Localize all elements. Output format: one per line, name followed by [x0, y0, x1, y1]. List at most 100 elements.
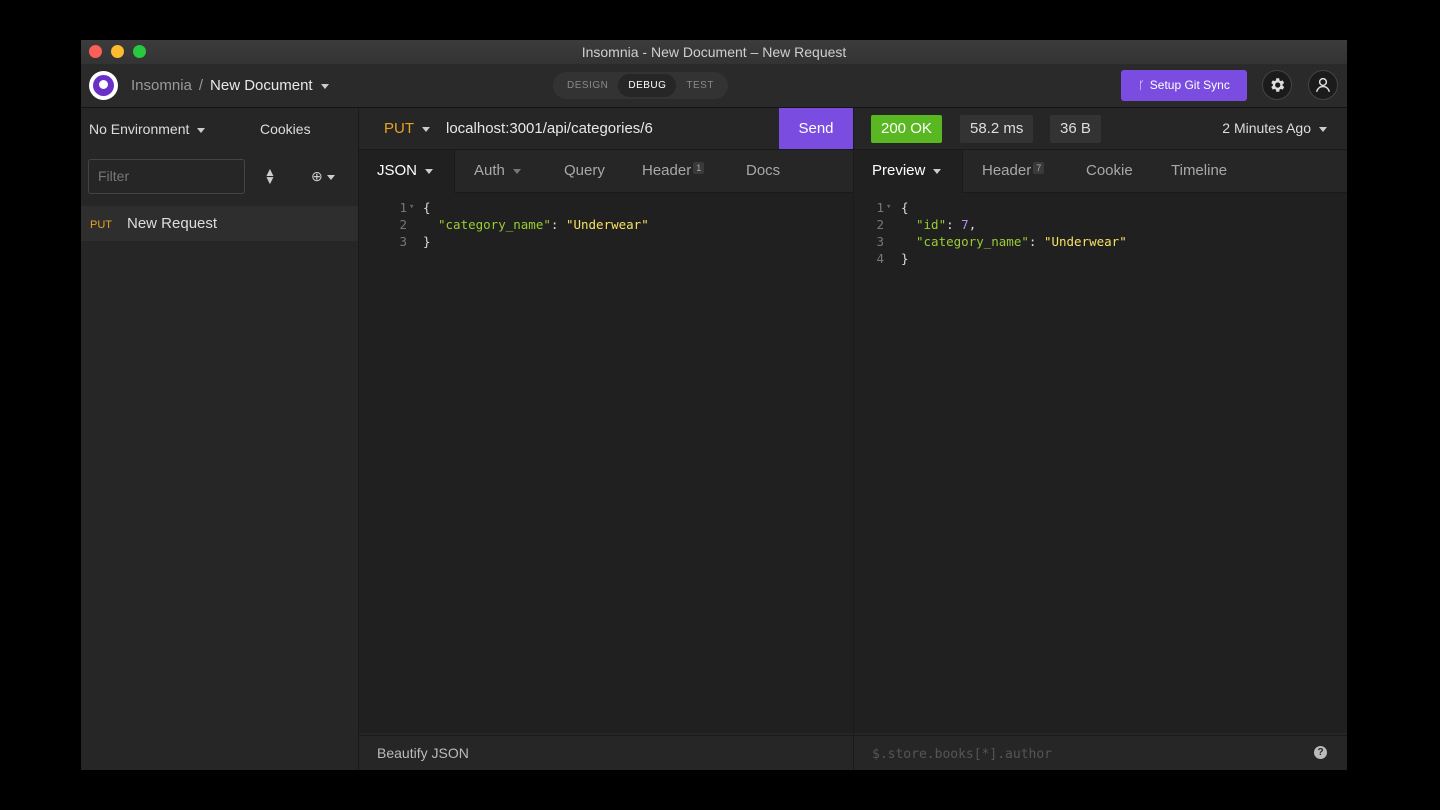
- code-line: 2 "id": 7,: [854, 216, 1347, 233]
- json-value: "Underwear": [1043, 234, 1127, 249]
- url-input[interactable]: localhost:3001/api/categories/6: [446, 108, 653, 149]
- code-line: 4}: [854, 250, 1347, 267]
- method-label: PUT: [384, 120, 414, 137]
- sidebar: No Environment Cookies Filter ▲ ▼ ⊕ PUT Ne…: [81, 108, 359, 770]
- cookies-button[interactable]: Cookies: [260, 108, 311, 150]
- response-body-viewer[interactable]: 1 ▾{ 2 "id": 7, 3 "category_name": "Underwe…: [854, 193, 1347, 733]
- add-request-button[interactable]: ⊕: [311, 168, 335, 185]
- header-count-badge: 1: [693, 162, 705, 174]
- environment-bar: No Environment Cookies: [81, 108, 358, 150]
- chevron-down-icon: [512, 168, 521, 174]
- insomnia-logo-icon[interactable]: [89, 71, 118, 100]
- close-window-button[interactable]: [89, 45, 102, 58]
- gear-icon: [1271, 78, 1285, 92]
- request-footer: Beautify JSON: [359, 735, 853, 770]
- tab-cookie[interactable]: Cookie: [1086, 150, 1133, 192]
- send-button[interactable]: Send: [779, 108, 853, 149]
- line-number: 1: [399, 200, 407, 215]
- sort-icon[interactable]: ▲ ▼: [264, 166, 276, 186]
- response-history-dropdown[interactable]: 2 Minutes Ago: [1222, 108, 1327, 149]
- beautify-json-button[interactable]: Beautify JSON: [377, 745, 469, 761]
- code-line: 2 "category_name": "Underwear": [359, 216, 853, 233]
- json-key: "id": [916, 217, 947, 232]
- chevron-down-icon: [1319, 126, 1327, 132]
- response-footer: $.store.books[*].author ?: [854, 735, 1347, 770]
- app-window: Insomnia - New Document – New Request In…: [81, 40, 1347, 770]
- json-key: "category_name": [916, 234, 1029, 249]
- request-body-editor[interactable]: 1 ▾{ 2 "category_name": "Underwear" 3}: [359, 193, 853, 733]
- account-button[interactable]: [1308, 70, 1338, 100]
- mode-test[interactable]: TEST: [676, 72, 724, 99]
- chevron-down-icon[interactable]: [320, 83, 329, 89]
- line-number: 2: [876, 217, 884, 232]
- zoom-window-button[interactable]: [133, 45, 146, 58]
- response-tabs: Preview Header 7 Cookie Timeline: [854, 150, 1347, 193]
- tab-header[interactable]: Header 1: [642, 150, 705, 192]
- app-header: Insomnia / New Document DESIGN DEBUG TEST …: [81, 64, 1347, 108]
- chevron-down-icon: [326, 174, 335, 180]
- line-number: 4: [876, 251, 884, 266]
- fold-icon[interactable]: ▾: [886, 199, 891, 216]
- plus-circle-icon: ⊕: [311, 168, 323, 184]
- help-icon[interactable]: ?: [1314, 746, 1327, 759]
- mode-design[interactable]: DESIGN: [557, 72, 618, 99]
- method-selector[interactable]: PUT: [384, 108, 430, 149]
- response-time-badge: 58.2 ms: [960, 115, 1034, 143]
- tab-response-header[interactable]: Header 7: [982, 150, 1045, 192]
- tab-timeline[interactable]: Timeline: [1171, 150, 1227, 192]
- tab-query[interactable]: Query: [564, 150, 605, 192]
- url-bar: PUT localhost:3001/api/categories/6 Send: [359, 108, 853, 150]
- breadcrumb-app[interactable]: Insomnia: [131, 77, 192, 94]
- setup-git-sync-button[interactable]: ᚴ Setup Git Sync: [1121, 70, 1247, 101]
- chevron-down-icon: [425, 168, 434, 174]
- mode-debug[interactable]: DEBUG: [618, 74, 677, 97]
- window-title: Insomnia - New Document – New Request: [581, 44, 847, 60]
- tab-docs[interactable]: Docs: [746, 150, 780, 192]
- code-line: 1 ▾{: [854, 199, 1347, 216]
- json-value: 7: [961, 217, 969, 232]
- request-tabs: JSON Auth Query Header 1 Docs: [359, 150, 853, 193]
- tab-body-label: JSON: [377, 162, 418, 179]
- sidebar-filter-input[interactable]: Filter: [88, 159, 245, 194]
- code-line: 1 ▾{: [359, 199, 853, 216]
- fold-icon[interactable]: ▾: [409, 199, 414, 216]
- line-number: 3: [399, 234, 407, 249]
- response-pane: 200 OK 58.2 ms 36 B 2 Minutes Ago Previe…: [854, 108, 1347, 770]
- breadcrumb-separator: /: [198, 77, 204, 94]
- response-size-badge: 36 B: [1050, 115, 1101, 143]
- settings-button[interactable]: [1262, 70, 1292, 100]
- code-line: 3}: [359, 233, 853, 250]
- tab-header-label: Header: [642, 162, 692, 179]
- status-badge: 200 OK: [871, 115, 942, 143]
- tab-auth-label: Auth: [474, 162, 505, 179]
- git-branch-icon: ᚴ: [1138, 80, 1145, 92]
- chevron-down-icon: [933, 168, 942, 174]
- response-filter-input[interactable]: $.store.books[*].author: [872, 747, 1052, 762]
- chevron-down-icon: [422, 126, 430, 132]
- response-age: 2 Minutes Ago: [1222, 120, 1311, 136]
- environment-label: No Environment: [89, 121, 190, 137]
- minimize-window-button[interactable]: [111, 45, 124, 58]
- breadcrumb-document[interactable]: New Document: [210, 77, 313, 94]
- sidebar-request-item[interactable]: PUT New Request: [81, 206, 358, 241]
- title-bar: Insomnia - New Document – New Request: [81, 40, 1347, 64]
- json-value: "Underwear": [565, 217, 649, 232]
- request-name: New Request: [127, 215, 218, 232]
- tab-preview[interactable]: Preview: [854, 150, 963, 193]
- line-number: 2: [399, 217, 407, 232]
- tab-auth[interactable]: Auth: [474, 150, 521, 192]
- line-number: 3: [876, 234, 884, 249]
- environment-selector[interactable]: No Environment: [89, 108, 206, 150]
- tab-preview-label: Preview: [872, 162, 926, 179]
- code-line: 3 "category_name": "Underwear": [854, 233, 1347, 250]
- chevron-down-icon: [197, 127, 206, 133]
- tab-body[interactable]: JSON: [359, 150, 455, 193]
- response-header-count-badge: 7: [1033, 162, 1045, 174]
- breadcrumb: Insomnia / New Document: [131, 64, 329, 107]
- window-controls: [89, 45, 146, 58]
- mode-switcher: DESIGN DEBUG TEST: [553, 72, 728, 99]
- tab-response-header-label: Header: [982, 162, 1032, 179]
- response-status-bar: 200 OK 58.2 ms 36 B 2 Minutes Ago: [854, 108, 1347, 150]
- request-pane: PUT localhost:3001/api/categories/6 Send…: [359, 108, 854, 770]
- request-method-badge: PUT: [90, 219, 112, 231]
